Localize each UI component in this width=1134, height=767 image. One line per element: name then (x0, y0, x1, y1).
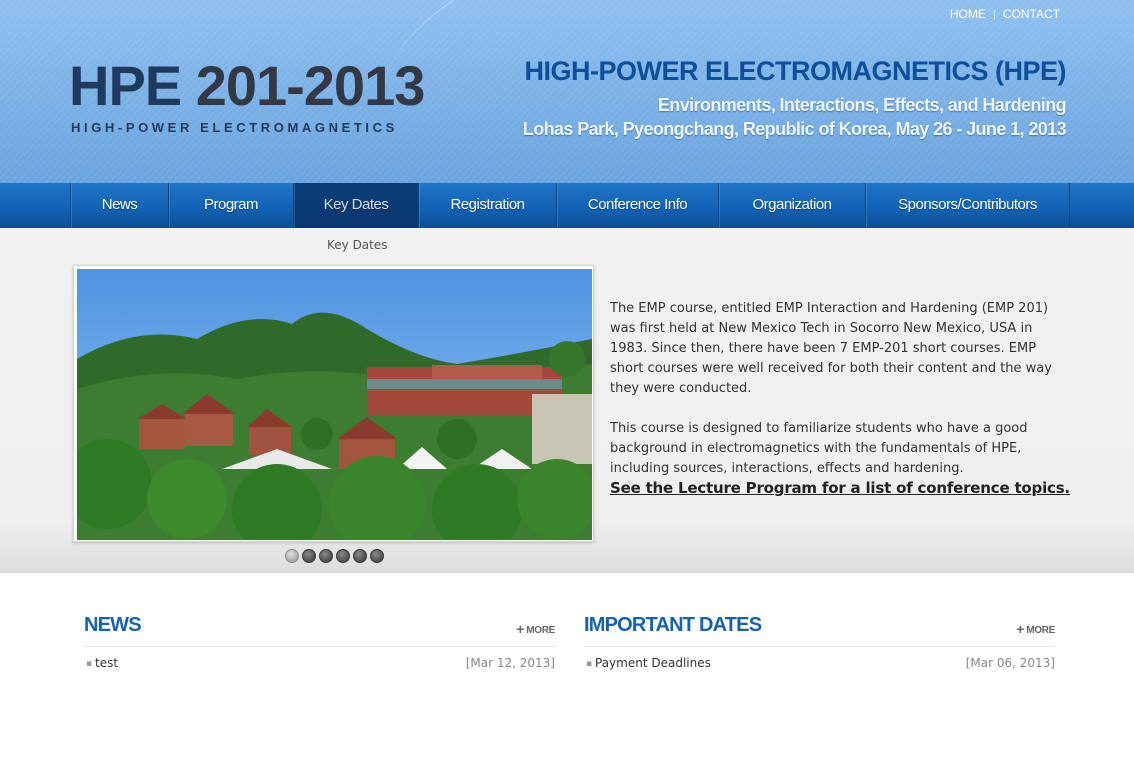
intro-paragraph-2: This course is designed to familiarize s… (610, 421, 1028, 476)
breadcrumb: Key Dates (327, 238, 388, 252)
slide-dot[interactable] (353, 549, 367, 563)
lecture-program-link[interactable]: See the Lecture Program for a list of co… (610, 479, 1070, 497)
contact-link[interactable]: CONTACT (1003, 7, 1060, 21)
nav-item-program[interactable]: Program (169, 183, 294, 228)
logo-year: 201-2013 (195, 54, 426, 117)
slide-dot[interactable] (336, 549, 350, 563)
slideshow[interactable] (73, 265, 594, 542)
date-item-title[interactable]: Payment Deadlines (595, 656, 711, 670)
important-dates-section: IMPORTANT DATES + MORE ▪ Payment Deadline… (584, 612, 1055, 678)
nav-item-sponsors[interactable]: Sponsors/Contributors (866, 183, 1070, 228)
slide-dot[interactable] (370, 549, 384, 563)
news-more-button[interactable]: + MORE (516, 621, 555, 637)
intro-text: The EMP course, entitled EMP Interaction… (610, 299, 1065, 499)
news-item-date: [Mar 12, 2013] (465, 656, 555, 670)
resort-photo (77, 269, 592, 540)
more-label: MORE (1026, 625, 1055, 636)
nav-item-registration[interactable]: Registration (419, 183, 557, 228)
nav-item-organization[interactable]: Organization (719, 183, 866, 228)
site-logo[interactable]: HPE 201-2013 (69, 58, 425, 114)
conference-location: Lohas Park, Pyeongchang, Republic of Kor… (522, 119, 1067, 139)
date-item-date: [Mar 06, 2013] (965, 656, 1055, 670)
intro-paragraph-1: The EMP course, entitled EMP Interaction… (610, 301, 1052, 396)
plus-icon: + (516, 621, 525, 637)
slide-dot[interactable] (285, 549, 299, 563)
conference-title: HIGH-POWER ELECTROMAGNETICS (HPE) (524, 56, 1067, 86)
slideshow-pager (285, 549, 384, 563)
logo-subtitle: HIGH-POWER ELECTROMAGNETICS (71, 120, 398, 135)
top-links-divider (993, 9, 995, 20)
slide-dot[interactable] (302, 549, 316, 563)
plus-icon: + (1016, 621, 1025, 637)
main-nav: News Program Key Dates Registration Conf… (0, 183, 1134, 228)
home-link[interactable]: HOME (950, 7, 986, 21)
nav-item-news[interactable]: News (71, 183, 169, 228)
site-header: HOME CONTACT HPE 201-2013 HIGH-POWER ELEC… (0, 0, 1134, 183)
more-label: MORE (526, 625, 555, 636)
top-links: HOME CONTACT (950, 7, 1060, 21)
important-dates-title: IMPORTANT DATES (584, 614, 762, 636)
header-swoosh (362, 0, 1134, 183)
news-header: NEWS + MORE (84, 612, 555, 647)
logo-prefix: HPE (69, 54, 196, 117)
bullet-icon: ▪ (86, 659, 93, 669)
news-item-title[interactable]: test (95, 656, 118, 670)
news-section: NEWS + MORE ▪ test [Mar 12, 2013] (84, 612, 555, 678)
nav-item-key-dates[interactable]: Key Dates (294, 183, 419, 228)
important-dates-header: IMPORTANT DATES + MORE (584, 612, 1055, 647)
important-dates-more-button[interactable]: + MORE (1016, 621, 1055, 637)
bullet-icon: ▪ (586, 659, 593, 669)
list-item[interactable]: ▪ Payment Deadlines [Mar 06, 2013] (584, 656, 1055, 678)
news-title: NEWS (84, 614, 142, 636)
slide-dot[interactable] (319, 549, 333, 563)
list-item[interactable]: ▪ test [Mar 12, 2013] (84, 656, 555, 678)
conference-subtitle: Environments, Interactions, Effects, and… (657, 95, 1067, 115)
nav-item-conference-info[interactable]: Conference Info (557, 183, 719, 228)
